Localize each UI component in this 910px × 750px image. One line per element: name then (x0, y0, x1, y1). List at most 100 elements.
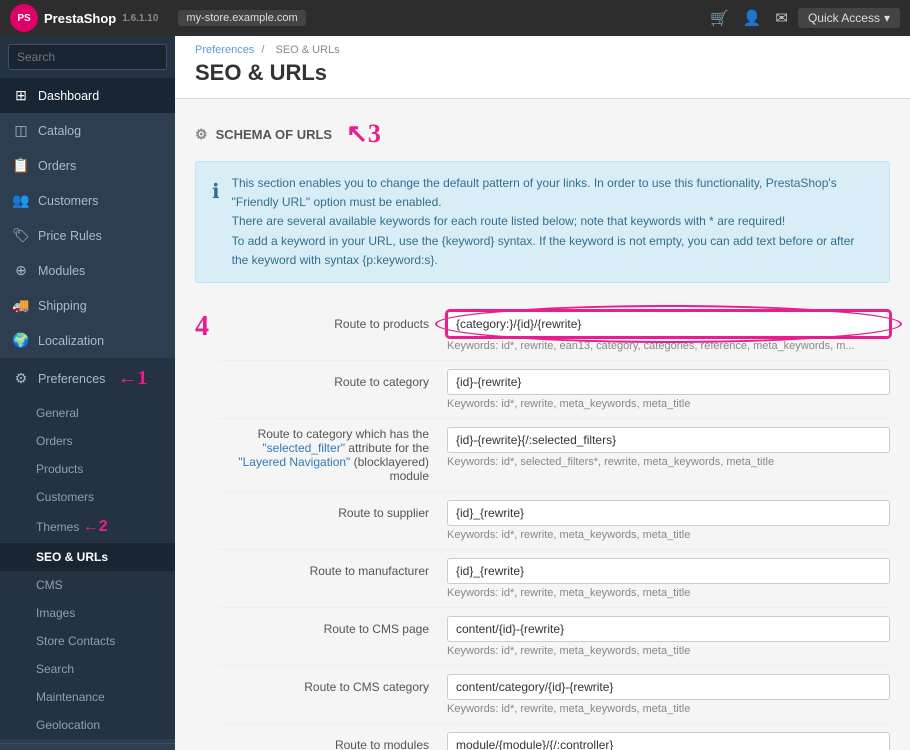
route-val-cms-category: Keywords: id*, rewrite, meta_keywords, m… (447, 674, 890, 715)
modules-icon: ⊕ (12, 262, 30, 279)
sidebar-item-catalog[interactable]: ◫ Catalog (0, 113, 175, 148)
logo: PS PrestaShop 1.6.1.10 (10, 4, 158, 32)
customers-icon: 👥 (12, 192, 30, 209)
price-rules-icon: 🏷 (12, 227, 30, 244)
route-row-category-filter: Route to category which has the "selecte… (219, 419, 890, 492)
breadcrumb-preferences[interactable]: Preferences (195, 44, 254, 56)
route-input-manufacturer[interactable] (447, 558, 890, 584)
route-input-products[interactable] (447, 311, 890, 337)
route-input-cms-page[interactable] (447, 616, 890, 642)
route-label-cms-category: Route to CMS category (219, 674, 439, 694)
submenu-item-orders[interactable]: Orders (0, 427, 175, 455)
sidebar: ⊞ Dashboard ◫ Catalog 📋 Orders 👥 Custome… (0, 36, 175, 750)
route-val-category-filter: Keywords: id*, selected_filters*, rewrit… (447, 427, 890, 468)
version-text: 1.6.1.10 (122, 13, 158, 24)
route-label-manufacturer: Route to manufacturer (219, 558, 439, 578)
breadcrumb-seo-urls: SEO & URLs (276, 44, 340, 56)
content-header: Preferences / SEO & URLs SEO & URLs (175, 36, 910, 99)
sidebar-label-orders: Orders (38, 159, 76, 173)
sidebar-label-shipping: Shipping (38, 299, 87, 313)
store-name[interactable]: my-store.example.com (178, 10, 305, 26)
email-icon[interactable]: ✉ (775, 9, 788, 27)
section-gear-icon: ⚙ (195, 126, 208, 143)
submenu-item-geolocation[interactable]: Geolocation (0, 711, 175, 739)
route-val-cms-page: Keywords: id*, rewrite, meta_keywords, m… (447, 616, 890, 657)
sidebar-item-customers[interactable]: 👥 Customers (0, 183, 175, 218)
route-val-supplier: Keywords: id*, rewrite, meta_keywords, m… (447, 500, 890, 541)
route-label-category: Route to category (219, 369, 439, 389)
route-val-products: Keywords: id*, rewrite, ean13, category,… (447, 311, 890, 352)
submenu-item-general[interactable]: General (0, 399, 175, 427)
submenu-item-maintenance[interactable]: Maintenance (0, 683, 175, 711)
localization-icon: 🌍 (12, 332, 30, 349)
sidebar-label-customers: Customers (38, 194, 98, 208)
person-icon[interactable]: 👤 (743, 9, 762, 27)
route-label-modules: Route to modules (219, 732, 439, 750)
submenu-item-images[interactable]: Images (0, 599, 175, 627)
sidebar-item-orders[interactable]: 📋 Orders (0, 148, 175, 183)
preferences-icon: ⚙ (12, 370, 30, 387)
submenu-item-search[interactable]: Search (0, 655, 175, 683)
submenu-item-store-contacts[interactable]: Store Contacts (0, 627, 175, 655)
submenu-item-customers[interactable]: Customers (0, 483, 175, 511)
breadcrumb: Preferences / SEO & URLs (195, 44, 890, 56)
sidebar-item-shipping[interactable]: 🚚 Shipping (0, 288, 175, 323)
orders-icon: 📋 (12, 157, 30, 174)
sidebar-label-preferences: Preferences (38, 372, 105, 386)
sidebar-label-catalog: Catalog (38, 124, 81, 138)
sidebar-item-dashboard[interactable]: ⊞ Dashboard (0, 78, 175, 113)
route-label-cms-page: Route to CMS page (219, 616, 439, 636)
route-row-modules: Route to modules Keywords: module*, cont… (219, 724, 890, 750)
sidebar-label-localization: Localization (38, 334, 104, 348)
topbar: PS PrestaShop 1.6.1.10 my-store.example.… (0, 0, 910, 36)
submenu-item-themes[interactable]: Themes ←2 (0, 511, 175, 543)
quick-access-button[interactable]: Quick Access ▾ (798, 8, 900, 28)
route-keywords-category-filter: Keywords: id*, selected_filters*, rewrit… (447, 456, 890, 468)
route-keywords-manufacturer: Keywords: id*, rewrite, meta_keywords, m… (447, 587, 890, 599)
cart-icon[interactable]: 🛒 (710, 9, 729, 27)
submenu-item-products[interactable]: Products (0, 455, 175, 483)
annotation-4: 4 (195, 311, 209, 343)
route-keywords-supplier: Keywords: id*, rewrite, meta_keywords, m… (447, 529, 890, 541)
sidebar-item-preferences[interactable]: ⚙ Preferences ←1 (0, 358, 175, 399)
route-row-supplier: Route to supplier Keywords: id*, rewrite… (219, 492, 890, 550)
info-text-2: There are several available keywords for… (232, 212, 873, 231)
route-row-cms-page: Route to CMS page Keywords: id*, rewrite… (219, 608, 890, 666)
sidebar-item-localization[interactable]: 🌍 Localization (0, 323, 175, 358)
route-val-manufacturer: Keywords: id*, rewrite, meta_keywords, m… (447, 558, 890, 599)
route-input-category[interactable] (447, 369, 890, 395)
annotation-arrow-1: ←1 (117, 367, 147, 390)
route-input-category-filter[interactable] (447, 427, 890, 453)
sidebar-search-container (0, 36, 175, 78)
sidebar-label-price-rules: Price Rules (38, 229, 102, 243)
route-label-products: Route to products (219, 311, 439, 331)
route-keywords-cms-page: Keywords: id*, rewrite, meta_keywords, m… (447, 645, 890, 657)
sidebar-item-price-rules[interactable]: 🏷 Price Rules (0, 218, 175, 253)
section-header: ⚙ SCHEMA OF URLS ↖3 (195, 119, 890, 149)
route-row-category: Route to category Keywords: id*, rewrite… (219, 361, 890, 419)
breadcrumb-separator: / (261, 44, 264, 56)
search-input[interactable] (8, 44, 167, 70)
logo-icon: PS (10, 4, 38, 32)
route-keywords-category: Keywords: id*, rewrite, meta_keywords, m… (447, 398, 890, 410)
sidebar-item-modules[interactable]: ⊕ Modules (0, 253, 175, 288)
logo-text: PrestaShop (44, 11, 116, 26)
page-title: SEO & URLs (195, 60, 890, 86)
route-input-cms-category[interactable] (447, 674, 890, 700)
route-val-modules: Keywords: module*, controller* (447, 732, 890, 750)
info-box: ℹ This section enables you to change the… (195, 161, 890, 283)
route-row-manufacturer: Route to manufacturer Keywords: id*, rew… (219, 550, 890, 608)
dashboard-icon: ⊞ (12, 87, 30, 104)
content-area: Preferences / SEO & URLs SEO & URLs ⚙ SC… (175, 36, 910, 750)
catalog-icon: ◫ (12, 122, 30, 139)
route-row-products: Route to products Keywords: id*, rewrite… (219, 303, 890, 361)
annotation-arrow-2: ←2 (83, 518, 108, 535)
submenu-item-seo-urls[interactable]: SEO & URLs (0, 543, 175, 571)
route-table: Route to products Keywords: id*, rewrite… (219, 303, 890, 750)
topbar-icons: 🛒 👤 ✉ (710, 9, 788, 27)
route-input-modules[interactable] (447, 732, 890, 750)
quick-access-label: Quick Access (808, 11, 880, 25)
route-input-supplier[interactable] (447, 500, 890, 526)
submenu-item-cms[interactable]: CMS (0, 571, 175, 599)
info-text-container: This section enables you to change the d… (232, 174, 873, 270)
